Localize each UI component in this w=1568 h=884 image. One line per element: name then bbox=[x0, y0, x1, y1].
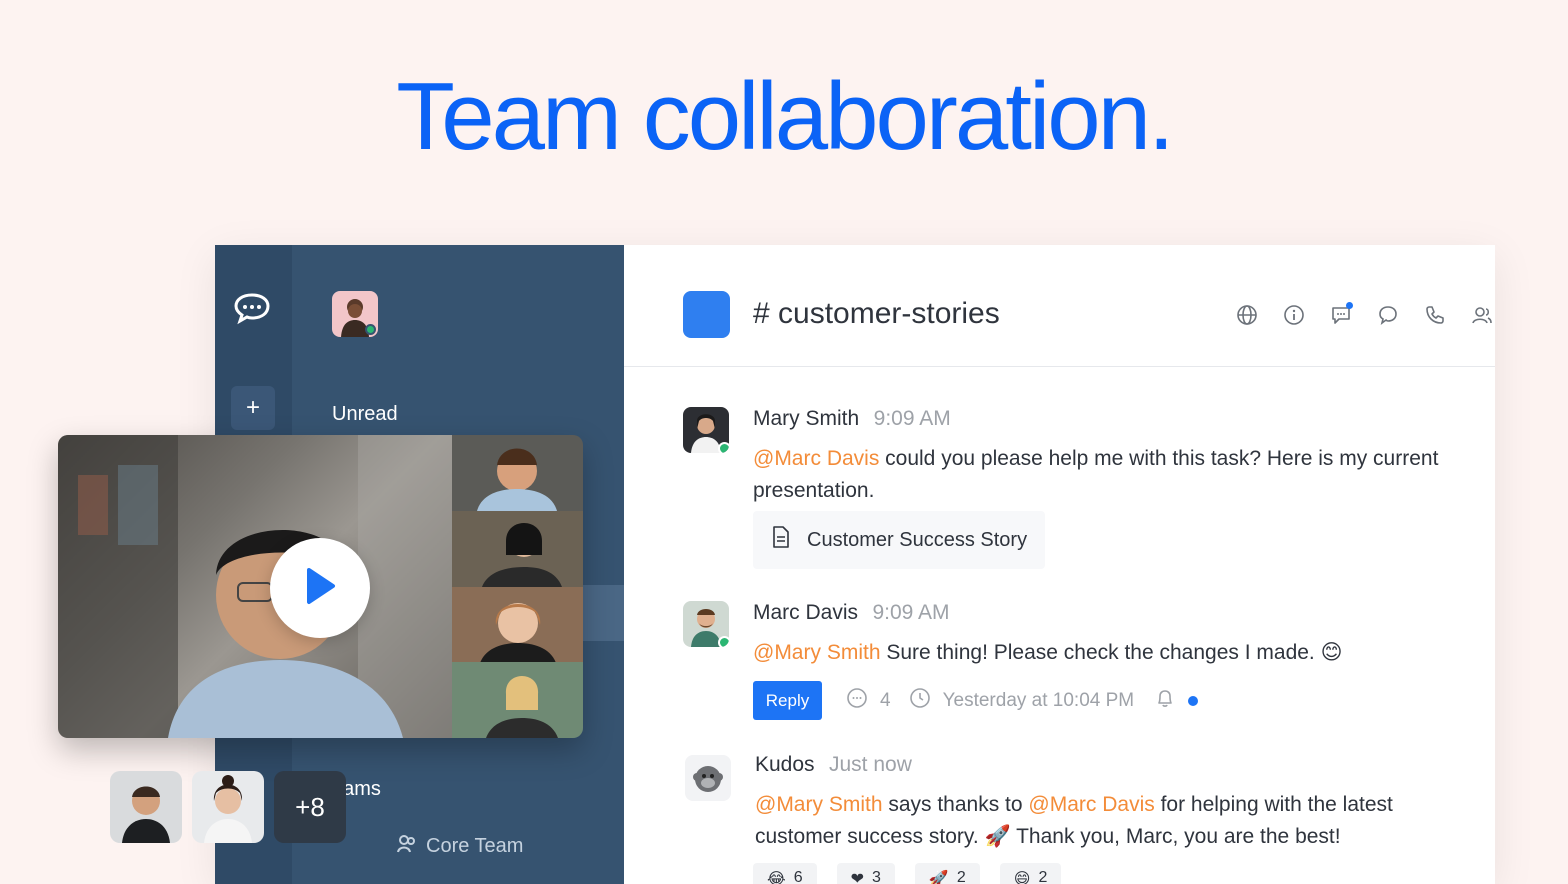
message-marc-davis: Marc Davis 9:09 AM @Mary Smith Sure thin… bbox=[683, 601, 1443, 731]
thread-row: Reply 4 Yesterday at 10:04 PM bbox=[753, 681, 1199, 720]
reaction-count: 2 bbox=[1038, 869, 1048, 884]
reaction-count: 3 bbox=[872, 869, 881, 884]
participant-tile[interactable] bbox=[452, 662, 583, 738]
participant-avatar[interactable] bbox=[110, 771, 182, 843]
main-video-feed bbox=[58, 435, 452, 738]
team-item-label: Core Team bbox=[426, 834, 524, 857]
add-workspace-button[interactable]: + bbox=[231, 386, 275, 430]
play-icon bbox=[303, 567, 337, 610]
mention[interactable]: @Mary Smith bbox=[755, 793, 883, 816]
message-author[interactable]: Kudos bbox=[755, 753, 815, 776]
participant-tile[interactable] bbox=[452, 435, 583, 511]
reaction[interactable]: 🚀 2 bbox=[914, 863, 980, 884]
reaction[interactable]: ❤ 3 bbox=[836, 863, 895, 884]
room-avatar bbox=[683, 291, 730, 338]
threads-icon[interactable] bbox=[1375, 302, 1401, 328]
reaction[interactable]: 😄 2 bbox=[999, 863, 1062, 884]
kudos-bot-avatar[interactable] bbox=[685, 755, 731, 801]
notification-dot bbox=[1346, 302, 1353, 309]
message-mary-smith: Mary Smith 9:09 AM @Marc Davis could you… bbox=[683, 407, 1443, 577]
room-title: # customer-stories bbox=[753, 297, 1000, 330]
message-body: @Mary Smith says thanks to @Marc Davis f… bbox=[755, 789, 1455, 853]
header-toolbar bbox=[1234, 302, 1495, 328]
reaction-count: 6 bbox=[793, 869, 803, 884]
reaction-emoji: ❤ bbox=[850, 871, 865, 884]
participant-avatar[interactable] bbox=[192, 771, 264, 843]
reaction[interactable]: 😂 6 bbox=[753, 863, 817, 884]
message-text: Sure thing! Please check the changes I m… bbox=[880, 641, 1343, 664]
replies-icon bbox=[846, 687, 868, 715]
reply-button[interactable]: Reply bbox=[753, 681, 822, 720]
sidebar-item-core-team[interactable]: Core Team bbox=[396, 832, 523, 860]
message-body: @Mary Smith Sure thing! Please check the… bbox=[753, 637, 1453, 669]
unread-dot bbox=[1188, 695, 1199, 706]
globe-icon[interactable] bbox=[1234, 302, 1260, 328]
clock-icon bbox=[909, 687, 931, 715]
headline: Team collaboration. bbox=[396, 63, 1174, 170]
play-button[interactable] bbox=[270, 538, 370, 638]
chat-logo-icon[interactable] bbox=[233, 291, 271, 330]
mention[interactable]: @Marc Davis bbox=[753, 447, 879, 470]
reaction-emoji: 😂 bbox=[767, 871, 786, 884]
last-reply-time: Yesterday at 10:04 PM bbox=[942, 689, 1135, 711]
discussion-icon[interactable] bbox=[1328, 302, 1354, 328]
online-status-icon bbox=[365, 324, 376, 335]
members-icon[interactable] bbox=[1469, 302, 1495, 328]
message-body: @Marc Davis could you please help me wit… bbox=[753, 443, 1453, 507]
reaction-count: 2 bbox=[956, 869, 966, 884]
room-main: # customer-stories Mary Smith 9:09 AM @M… bbox=[624, 245, 1495, 884]
document-icon bbox=[771, 526, 791, 554]
room-header: # customer-stories bbox=[624, 245, 1495, 367]
message-author[interactable]: Mary Smith bbox=[753, 407, 859, 430]
message-text: says thanks to bbox=[882, 793, 1029, 816]
avatar[interactable] bbox=[683, 407, 729, 453]
online-status-icon bbox=[718, 442, 729, 453]
file-attachment[interactable]: Customer Success Story bbox=[753, 511, 1045, 569]
section-unread: Unread bbox=[332, 403, 398, 425]
message-author[interactable]: Marc Davis bbox=[753, 601, 858, 624]
phone-icon[interactable] bbox=[1422, 302, 1448, 328]
reactions: 😂 6 ❤ 3 🚀 2 😄 2 bbox=[753, 863, 1062, 884]
reaction-emoji: 😄 bbox=[1013, 871, 1031, 884]
user-avatar[interactable] bbox=[332, 291, 378, 337]
mention[interactable]: @Marc Davis bbox=[1028, 793, 1154, 816]
info-icon[interactable] bbox=[1281, 302, 1307, 328]
mention[interactable]: @Mary Smith bbox=[753, 641, 881, 664]
attachment-title: Customer Success Story bbox=[807, 528, 1028, 551]
avatar[interactable] bbox=[683, 601, 729, 647]
message-time: 9:09 AM bbox=[872, 601, 950, 624]
team-icon bbox=[396, 832, 418, 860]
message-time: Just now bbox=[829, 753, 912, 776]
reaction-emoji: 🚀 bbox=[928, 871, 949, 884]
call-participants: +8 bbox=[110, 771, 346, 843]
online-status-icon bbox=[718, 636, 729, 647]
message-time: 9:09 AM bbox=[873, 407, 951, 430]
more-participants-badge[interactable]: +8 bbox=[274, 771, 346, 843]
bell-icon[interactable] bbox=[1154, 687, 1176, 715]
reply-count: 4 bbox=[880, 689, 891, 711]
participant-tile[interactable] bbox=[452, 510, 583, 587]
participant-tile[interactable] bbox=[452, 586, 583, 663]
message-kudos: Kudos Just now @Mary Smith says thanks t… bbox=[683, 753, 1443, 884]
